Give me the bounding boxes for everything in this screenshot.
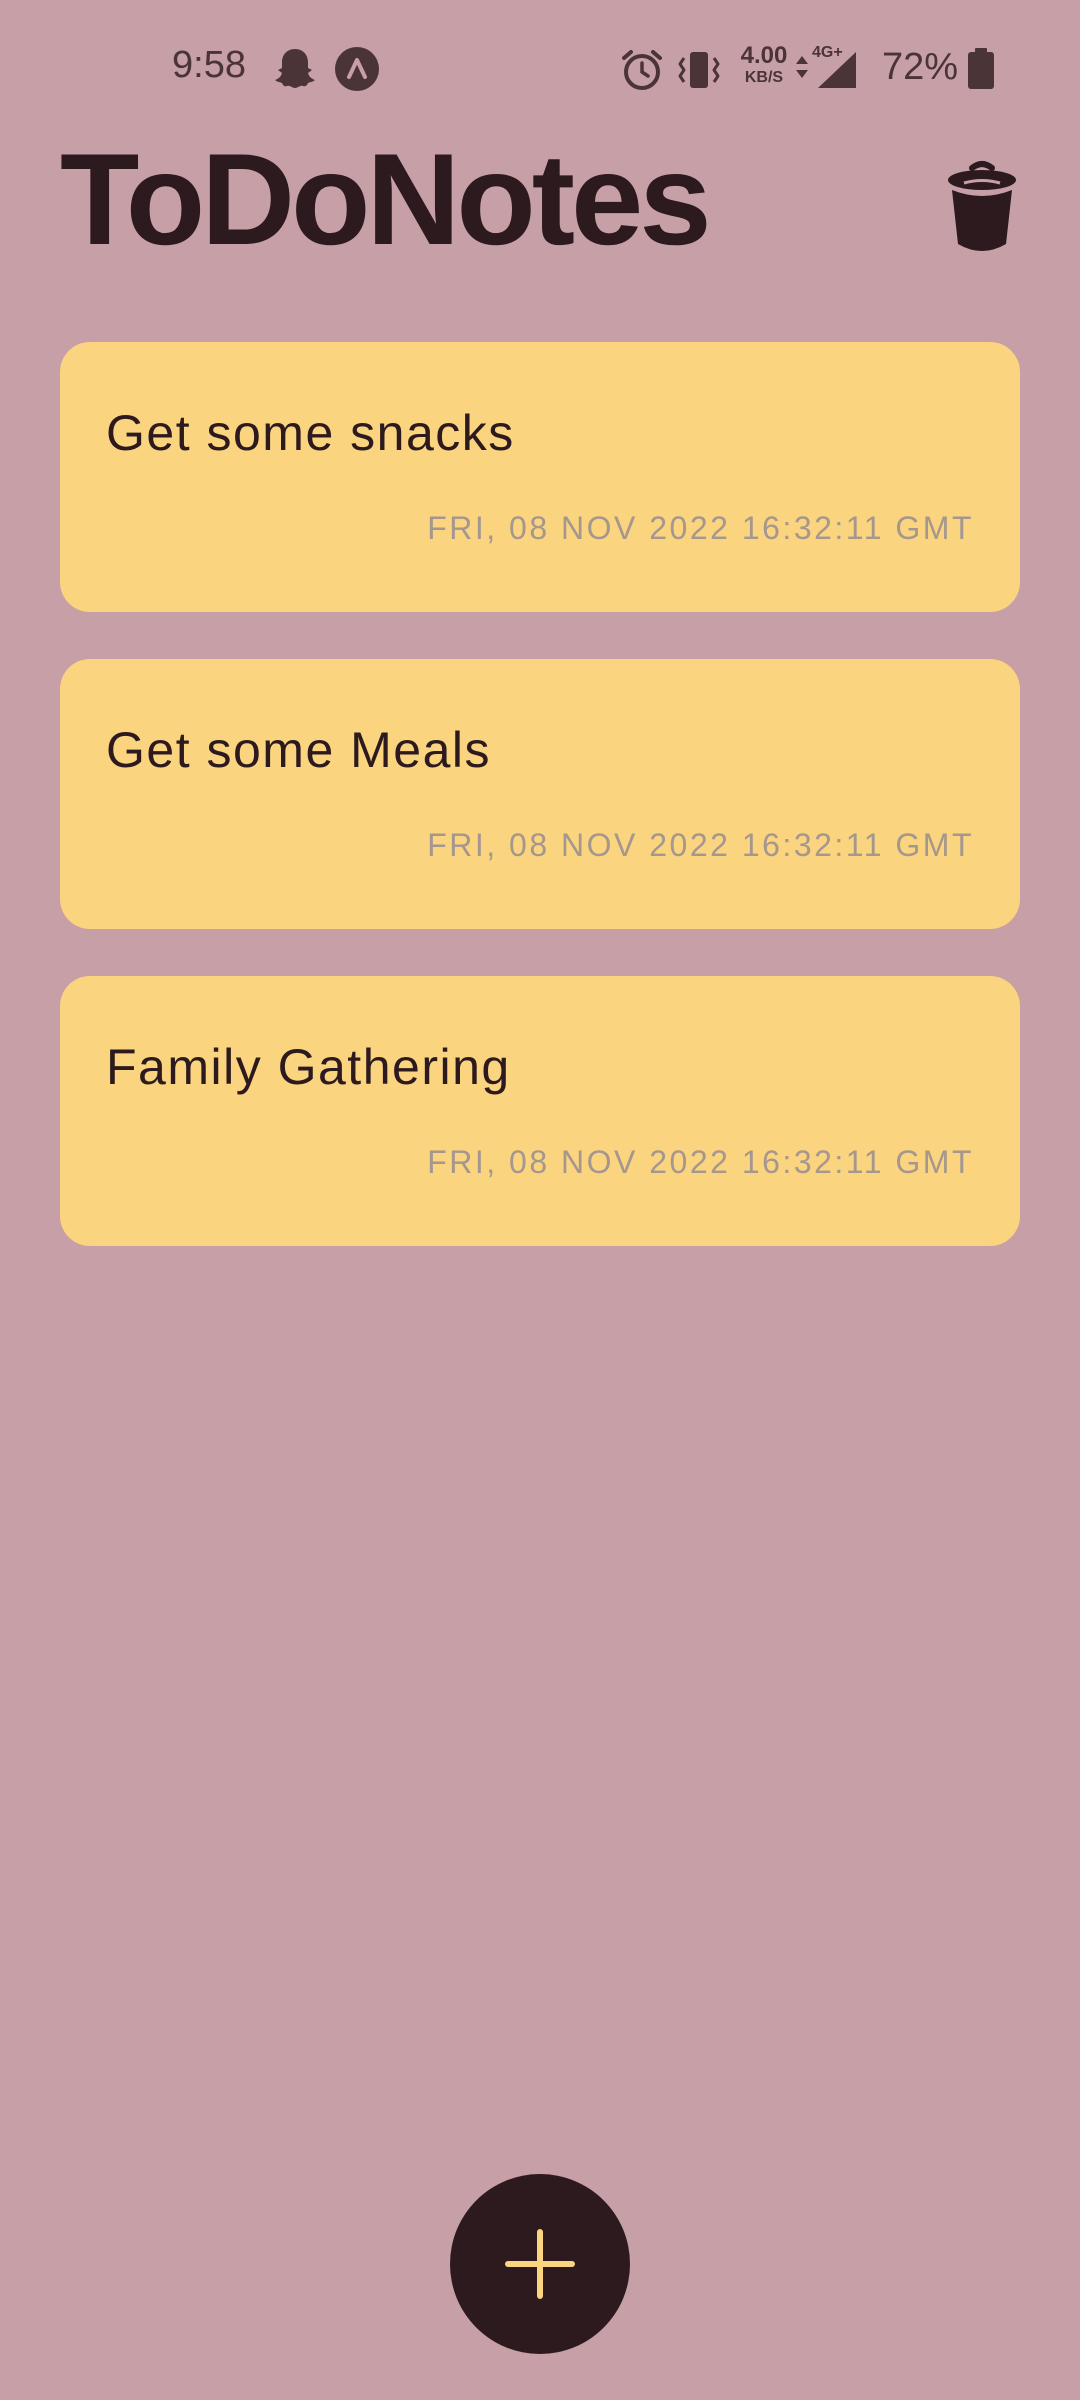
- snapchat-ghost-icon: [275, 49, 315, 88]
- network-speed-unit: KB/S: [744, 69, 784, 86]
- alarm-icon: [622, 50, 662, 90]
- app-title: ToDoNotes: [60, 126, 712, 272]
- status-bar: 9:58 4.00 KB/S 4G+ 72%: [0, 0, 1080, 140]
- status-time: 9:58: [172, 44, 246, 86]
- network-speed: 4.00 KB/S: [734, 44, 794, 86]
- network-type: 4G+: [812, 44, 843, 61]
- data-arrows-icon: [796, 56, 808, 78]
- note-title: Get some snacks: [106, 405, 515, 461]
- plus-icon: [505, 2229, 575, 2299]
- notes-list: Get some snacks FRI, 08 NOV 2022 16:32:1…: [60, 342, 1020, 1293]
- assistant-icon: [335, 47, 379, 91]
- note-card[interactable]: Get some snacks FRI, 08 NOV 2022 16:32:1…: [60, 342, 1020, 612]
- battery-icon: [968, 48, 994, 89]
- vibrate-icon: [678, 52, 720, 88]
- delete-all-button[interactable]: [944, 160, 1020, 256]
- note-title: Get some Meals: [106, 722, 492, 778]
- note-card[interactable]: Get some Meals FRI, 08 NOV 2022 16:32:11…: [60, 659, 1020, 929]
- note-date: FRI, 08 NOV 2022 16:32:11 GMT: [427, 827, 974, 863]
- note-date: FRI, 08 NOV 2022 16:32:11 GMT: [427, 510, 974, 546]
- note-title: Family Gathering: [106, 1039, 511, 1095]
- network-speed-value: 4.00: [740, 42, 788, 69]
- battery-percentage: 72%: [882, 46, 959, 88]
- note-card[interactable]: Family Gathering FRI, 08 NOV 2022 16:32:…: [60, 976, 1020, 1246]
- note-date: FRI, 08 NOV 2022 16:32:11 GMT: [427, 1144, 974, 1180]
- trash-icon: [948, 161, 1016, 251]
- add-note-button[interactable]: [450, 2174, 630, 2354]
